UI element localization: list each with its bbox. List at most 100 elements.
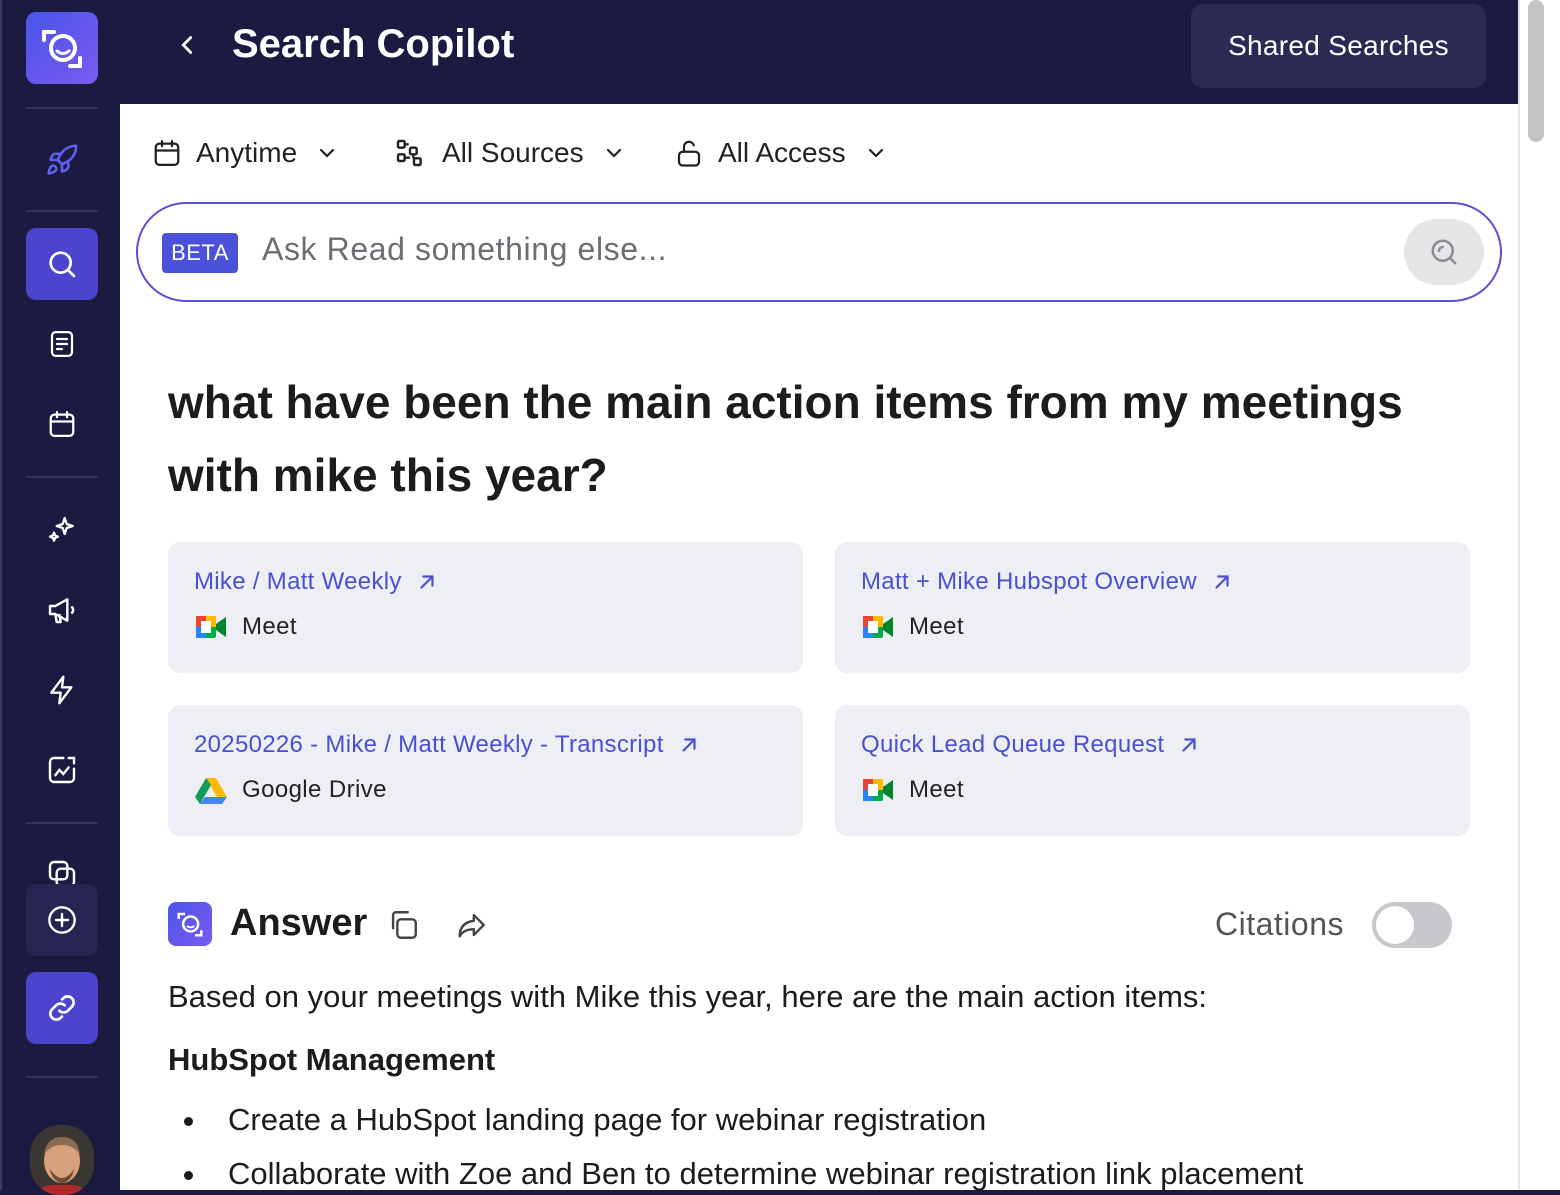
answer-header: Answer Citations	[168, 902, 1452, 948]
windows-icon	[48, 860, 76, 884]
query-heading: what have been the main action items fro…	[168, 376, 1403, 501]
shared-searches-button[interactable]: Shared Searches	[1191, 4, 1486, 88]
scrollbar[interactable]	[1518, 0, 1560, 1190]
google-meet-icon	[863, 779, 893, 801]
result-card[interactable]: Matt + Mike Hubspot Overview Meet	[835, 542, 1470, 673]
result-source-label: Meet	[909, 776, 964, 803]
nav-calendar[interactable]	[26, 388, 98, 460]
result-source-label: Meet	[909, 613, 964, 640]
sidebar	[0, 0, 120, 1195]
nav-ai[interactable]	[26, 494, 98, 566]
scrollbar-thumb[interactable]	[1528, 0, 1544, 142]
chevron-down-icon	[868, 148, 883, 158]
read-logo[interactable]	[26, 12, 98, 84]
google-meet-icon	[863, 616, 893, 638]
access-filter-label: All Access	[718, 137, 846, 168]
result-card[interactable]: Mike / Matt Weekly Meet	[168, 542, 803, 673]
nav-reports[interactable]	[26, 308, 98, 380]
answer-title: Answer	[230, 902, 368, 944]
nav-announcements[interactable]	[26, 574, 98, 646]
read-ai-icon	[168, 902, 212, 946]
user-avatar[interactable]	[30, 1125, 94, 1195]
citations-toggle[interactable]	[1372, 902, 1452, 948]
megaphone-icon	[48, 598, 75, 624]
chevron-down-icon	[320, 148, 335, 158]
calendar-icon	[49, 411, 75, 437]
action-items-list: Create a HubSpot landing page for webina…	[168, 1100, 1303, 1190]
external-link-icon	[420, 575, 434, 589]
external-link-icon	[1182, 738, 1197, 752]
link-icon	[49, 995, 75, 1021]
search-icon	[49, 251, 76, 278]
sources-filter-label: All Sources	[442, 137, 584, 168]
sidebar-divider	[26, 107, 98, 109]
add-button[interactable]	[26, 884, 98, 956]
sidebar-divider	[26, 1076, 98, 1078]
read-logo-icon	[42, 30, 82, 68]
access-filter[interactable]: All Access	[674, 136, 888, 170]
chevron-down-icon	[606, 148, 621, 158]
chevron-left-icon	[181, 36, 193, 54]
result-title: Mike / Matt Weekly	[194, 568, 402, 595]
time-filter-label: Anytime	[196, 137, 298, 168]
list-item: Collaborate with Zoe and Ben to determin…	[168, 1154, 1303, 1190]
result-link[interactable]: Mike / Matt Weekly	[194, 568, 438, 596]
top-bar: Search Copilot Shared Searches	[120, 0, 1518, 104]
sidebar-divider	[26, 210, 98, 212]
result-link[interactable]: Quick Lead Queue Request	[861, 731, 1200, 759]
nav-automations[interactable]	[26, 654, 98, 726]
result-source-label: Google Drive	[242, 776, 387, 803]
google-drive-icon	[195, 778, 227, 804]
answer-section-title: HubSpot Management	[168, 1042, 496, 1077]
search-submit-button[interactable]	[1404, 219, 1484, 285]
search-icon	[1431, 239, 1457, 265]
unlock-icon	[677, 140, 701, 167]
back-button[interactable]	[172, 30, 202, 60]
avatar-photo-icon	[30, 1125, 94, 1195]
search-input[interactable]: Ask Read something else...	[262, 231, 667, 268]
time-filter[interactable]: Anytime	[152, 136, 339, 170]
result-source: Meet	[861, 775, 964, 805]
beta-badge: BETA	[162, 233, 238, 273]
toggle-knob	[1376, 906, 1414, 944]
copy-button[interactable]	[386, 908, 420, 947]
answer-intro: Based on your meetings with Mike this ye…	[168, 979, 1207, 1014]
result-source: Google Drive	[194, 775, 387, 805]
result-card[interactable]: Quick Lead Queue Request Meet	[835, 705, 1470, 836]
lightning-icon	[50, 675, 73, 705]
share-button[interactable]	[454, 908, 488, 947]
nav-search[interactable]	[26, 228, 98, 300]
result-source: Meet	[861, 612, 964, 642]
result-title: Quick Lead Queue Request	[861, 731, 1165, 758]
sources-filter[interactable]: All Sources	[394, 136, 626, 170]
rocket-icon[interactable]	[26, 124, 98, 196]
external-link-icon	[682, 738, 696, 752]
result-title: 20250226 - Mike / Matt Weekly - Transcri…	[194, 731, 664, 758]
nav-integrations[interactable]	[26, 844, 98, 884]
list-item: Create a HubSpot landing page for webina…	[168, 1100, 1303, 1154]
sources-icon	[396, 139, 422, 167]
result-link[interactable]: 20250226 - Mike / Matt Weekly - Transcri…	[194, 731, 700, 759]
citations-label: Citations	[1215, 906, 1344, 942]
read-logo-icon	[177, 912, 203, 937]
calendar-icon	[154, 140, 180, 166]
plus-circle-icon	[48, 906, 76, 934]
result-title: Matt + Mike Hubspot Overview	[861, 568, 1197, 595]
sparkles-icon	[48, 516, 74, 542]
chart-box-icon	[48, 756, 76, 784]
result-card[interactable]: 20250226 - Mike / Matt Weekly - Transcri…	[168, 705, 803, 836]
sidebar-divider	[26, 476, 98, 478]
result-link[interactable]: Matt + Mike Hubspot Overview	[861, 568, 1233, 596]
document-icon	[50, 331, 74, 357]
google-meet-icon	[196, 616, 226, 638]
share-icon	[458, 913, 485, 938]
page-title: Search Copilot	[232, 22, 515, 66]
nav-link[interactable]	[26, 972, 98, 1044]
result-source: Meet	[194, 612, 297, 642]
copy-icon	[391, 911, 417, 939]
main-content: Anytime All Sources All Access BETA Ask …	[120, 104, 1518, 1190]
external-link-icon	[1215, 575, 1229, 589]
sidebar-divider	[26, 822, 98, 824]
nav-insights[interactable]	[26, 734, 98, 806]
result-source-label: Meet	[242, 613, 297, 640]
